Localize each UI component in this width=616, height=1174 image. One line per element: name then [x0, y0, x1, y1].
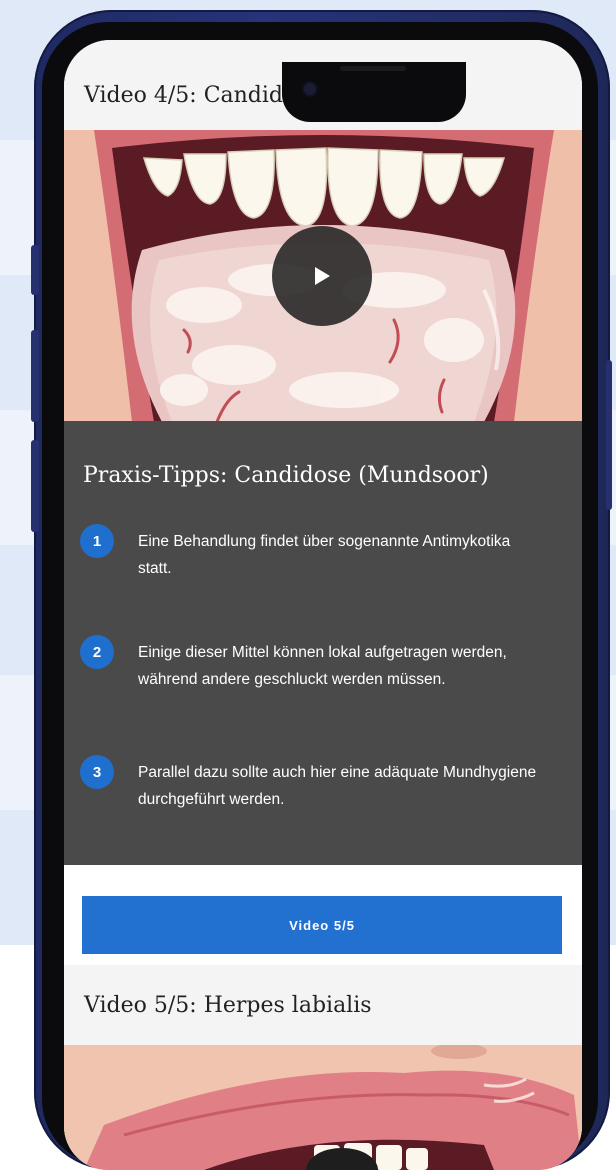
- phone-side-button: [606, 360, 612, 510]
- tip-text: Einige dieser Mittel können lokal aufget…: [138, 644, 507, 688]
- phone-side-button: [31, 440, 39, 532]
- speaker-grille: [340, 66, 406, 71]
- phone-screen: Video 4/5: Candidose (Mundsoor) Praxis-T…: [64, 40, 582, 1170]
- tip-number-badge: 1: [80, 524, 114, 558]
- phone-side-button: [31, 330, 39, 422]
- video-4-player[interactable]: [64, 130, 582, 422]
- tip-text: Eine Behandlung findet über sogenannte A…: [138, 533, 511, 577]
- tip-number-badge: 3: [80, 755, 114, 789]
- play-icon: [315, 267, 330, 285]
- video-5-title: Video 5/5: Herpes labialis: [84, 993, 372, 1018]
- section-title-bar: Video 5/5: Herpes labialis: [64, 965, 582, 1045]
- front-camera-icon: [304, 83, 316, 95]
- lips-illustration: [64, 1045, 582, 1170]
- praxis-tipps-panel: Praxis-Tipps: Candidose (Mundsoor) 1 Ein…: [64, 421, 582, 865]
- tip-text: Parallel dazu sollte auch hier eine adäq…: [138, 764, 537, 808]
- tip-number-badge: 2: [80, 635, 114, 669]
- video-5-button[interactable]: Video 5/5: [82, 896, 562, 954]
- video-5-player[interactable]: [64, 1045, 582, 1170]
- phone-side-button: [31, 245, 39, 295]
- video-4-play-button[interactable]: [272, 226, 372, 326]
- tips-title: Praxis-Tipps: Candidose (Mundsoor): [83, 463, 489, 488]
